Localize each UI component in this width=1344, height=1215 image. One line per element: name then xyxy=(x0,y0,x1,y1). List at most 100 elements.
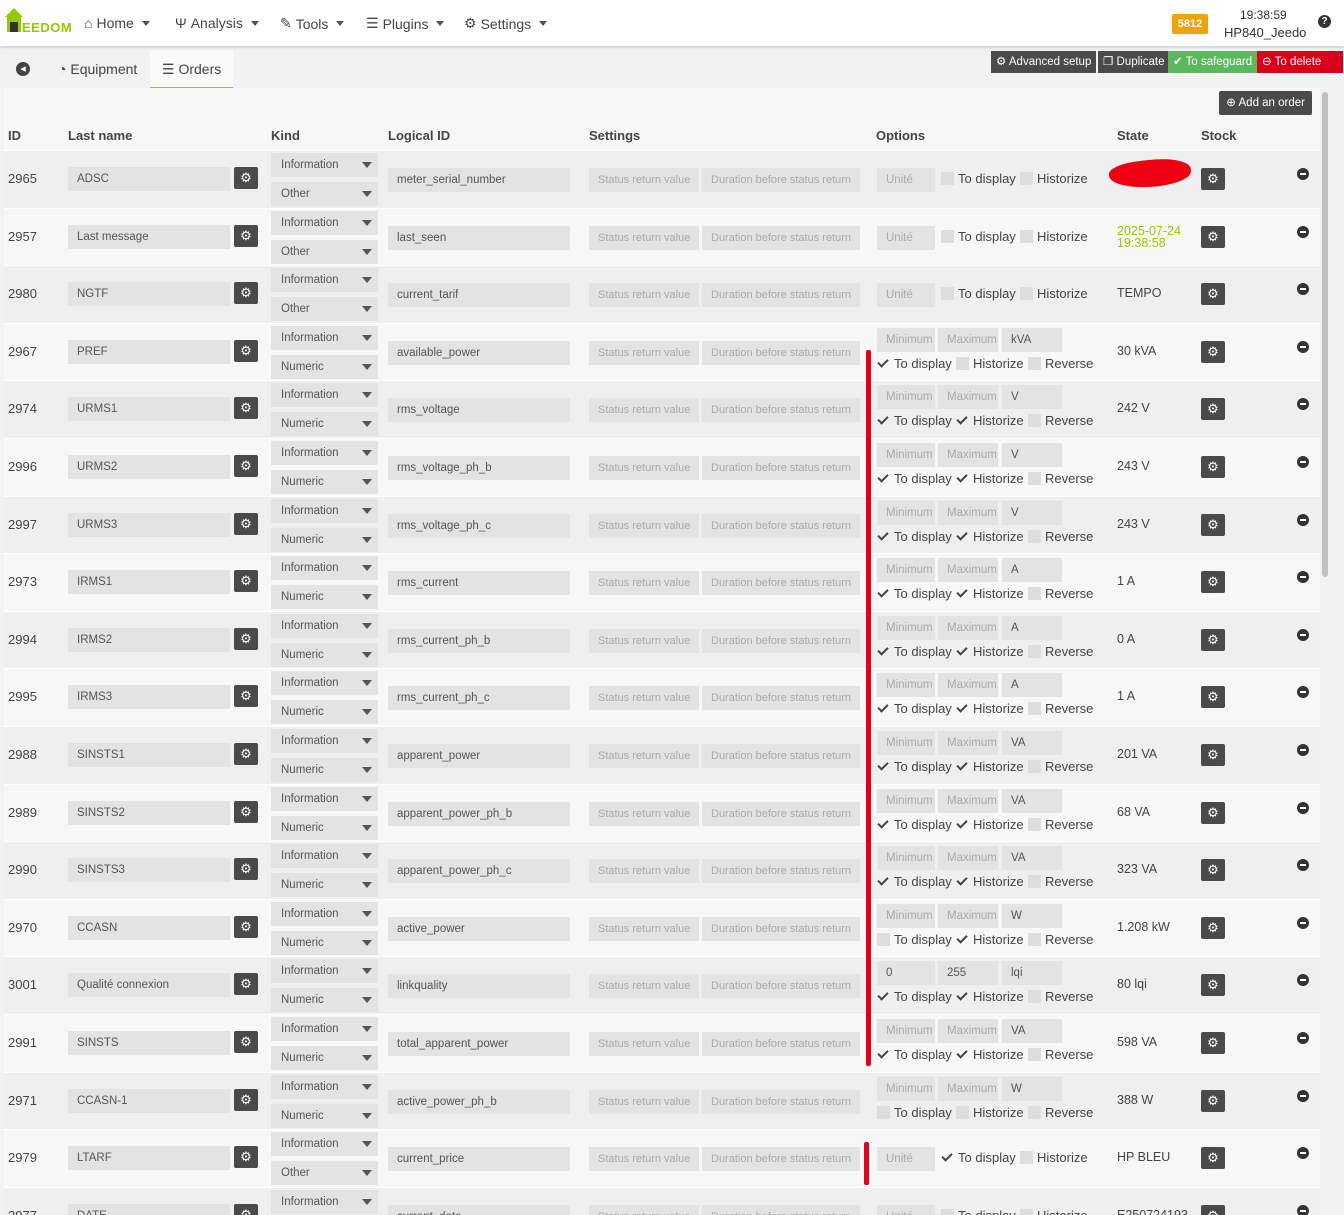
logical-id-input[interactable]: meter_serial_number xyxy=(388,168,570,192)
checkbox-icon[interactable] xyxy=(956,1105,969,1119)
icon-picker-button[interactable]: ⚙ xyxy=(234,1031,258,1053)
tab-equipment[interactable]: ◔ Equipment xyxy=(52,51,143,87)
subtype-select[interactable]: Numeric xyxy=(271,988,378,1013)
checkbox-icon[interactable] xyxy=(1028,472,1041,485)
max-input[interactable]: Maximum xyxy=(938,1019,998,1043)
min-input[interactable]: Minimum xyxy=(877,903,935,928)
configure-button[interactable]: ⚙ xyxy=(1201,1204,1225,1215)
min-input[interactable]: Minimum xyxy=(877,673,935,698)
checkbox-icon[interactable] xyxy=(1028,990,1041,1004)
checkbox-icon[interactable] xyxy=(877,472,890,485)
historize-checkbox[interactable]: Historize xyxy=(956,701,1024,716)
remove-order-icon[interactable] xyxy=(1297,1204,1309,1215)
remove-order-icon[interactable] xyxy=(1297,571,1309,584)
remove-order-icon[interactable] xyxy=(1297,1032,1309,1044)
remove-order-icon[interactable] xyxy=(1297,859,1309,872)
unit-input[interactable]: Unité xyxy=(877,168,935,192)
unit-input[interactable]: lqi xyxy=(1002,961,1062,986)
checkbox-icon[interactable] xyxy=(956,875,969,888)
reverse-checkbox[interactable]: Reverse xyxy=(1028,644,1093,659)
status-duration-input[interactable]: Duration before status return xyxy=(702,801,860,826)
type-select[interactable]: Information xyxy=(271,613,378,638)
icon-picker-button[interactable]: ⚙ xyxy=(234,973,258,996)
nav-plugins[interactable]: ☰ Plugins xyxy=(366,15,445,32)
icon-picker-button[interactable]: ⚙ xyxy=(234,858,258,881)
configure-button[interactable]: ⚙ xyxy=(1201,513,1225,536)
logical-id-input[interactable]: rms_current xyxy=(388,571,570,596)
icon-picker-button[interactable]: ⚙ xyxy=(234,455,258,477)
order-name-input[interactable]: ADSC xyxy=(68,167,230,191)
checkbox-icon[interactable] xyxy=(877,818,890,831)
checkbox-icon[interactable] xyxy=(1028,356,1041,370)
configure-button[interactable]: ⚙ xyxy=(1201,1032,1225,1054)
remove-order-icon[interactable] xyxy=(1297,974,1309,987)
checkbox-icon[interactable] xyxy=(1028,875,1041,889)
checkbox-icon[interactable] xyxy=(956,472,969,485)
type-select[interactable]: Information xyxy=(271,786,378,811)
reverse-checkbox[interactable]: Reverse xyxy=(1028,817,1093,832)
max-input[interactable]: Maximum xyxy=(938,615,998,640)
checkbox-icon[interactable] xyxy=(956,1048,969,1061)
icon-picker-button[interactable]: ⚙ xyxy=(234,800,258,823)
status-duration-input[interactable]: Duration before status return xyxy=(702,225,860,250)
icon-picker-button[interactable]: ⚙ xyxy=(234,512,258,535)
order-name-input[interactable]: DATE xyxy=(68,1203,230,1215)
max-input[interactable]: Maximum xyxy=(938,385,998,410)
checkbox-icon[interactable] xyxy=(877,702,890,715)
duplicate-button[interactable]: ❐ Duplicate xyxy=(1098,51,1170,73)
checkbox-icon[interactable] xyxy=(1028,1048,1041,1061)
remove-order-icon[interactable] xyxy=(1297,456,1309,468)
status-return-input[interactable]: Status return value xyxy=(589,283,699,308)
remove-order-icon[interactable] xyxy=(1297,1089,1309,1102)
icon-picker-button[interactable]: ⚙ xyxy=(234,1146,258,1169)
type-select[interactable]: Information xyxy=(271,441,378,465)
order-name-input[interactable]: PREF xyxy=(68,339,230,364)
max-input[interactable]: Maximum xyxy=(938,903,998,928)
unit-input[interactable]: VA xyxy=(1002,788,1062,813)
historize-checkbox[interactable]: Historize xyxy=(956,471,1024,486)
checkbox-icon[interactable] xyxy=(941,287,954,301)
icon-picker-button[interactable]: ⚙ xyxy=(234,224,258,247)
delete-button[interactable]: ⊖ To delete xyxy=(1257,51,1343,73)
reverse-checkbox[interactable]: Reverse xyxy=(1028,701,1093,716)
configure-button[interactable]: ⚙ xyxy=(1201,340,1225,363)
logical-id-input[interactable]: rms_voltage_ph_b xyxy=(388,456,570,480)
icon-picker-button[interactable]: ⚙ xyxy=(234,282,258,305)
order-name-input[interactable]: URMS2 xyxy=(68,455,230,479)
configure-button[interactable]: ⚙ xyxy=(1201,1147,1225,1170)
historize-checkbox[interactable]: Historize xyxy=(956,413,1024,428)
remove-order-icon[interactable] xyxy=(1297,628,1309,641)
status-return-input[interactable]: Status return value xyxy=(589,801,699,826)
unit-input[interactable]: Unité xyxy=(877,283,935,308)
subtype-select[interactable]: Numeric xyxy=(271,815,378,840)
historize-checkbox[interactable]: Historize xyxy=(956,529,1024,544)
order-name-input[interactable]: SINSTS2 xyxy=(68,800,230,825)
configure-button[interactable]: ⚙ xyxy=(1201,168,1225,190)
subtype-select[interactable]: Numeric xyxy=(271,700,378,725)
logical-id-input[interactable]: apparent_power xyxy=(388,744,570,768)
min-input[interactable]: 0 xyxy=(877,961,935,986)
order-name-input[interactable]: IRMS3 xyxy=(68,685,230,710)
advanced-setup-button[interactable]: ⚙ Advanced setup xyxy=(991,51,1097,73)
type-select[interactable]: Information xyxy=(271,1017,378,1041)
checkbox-icon[interactable] xyxy=(1020,1151,1033,1165)
remove-order-icon[interactable] xyxy=(1297,168,1309,180)
icon-picker-button[interactable]: ⚙ xyxy=(234,743,258,765)
unit-input[interactable]: A xyxy=(1002,615,1062,640)
type-select[interactable]: Information xyxy=(271,729,378,753)
status-duration-input[interactable]: Duration before status return xyxy=(702,283,860,308)
checkbox-icon[interactable] xyxy=(956,587,969,600)
display-checkbox[interactable]: To display xyxy=(877,932,952,947)
status-duration-input[interactable]: Duration before status return xyxy=(702,513,860,538)
historize-checkbox[interactable]: Historize xyxy=(1020,229,1088,244)
checkbox-icon[interactable] xyxy=(1028,644,1041,658)
unit-input[interactable]: A xyxy=(1002,558,1062,583)
order-name-input[interactable]: Qualité connexion xyxy=(68,973,230,998)
checkbox-icon[interactable] xyxy=(1028,760,1041,773)
max-input[interactable]: Maximum xyxy=(938,788,998,813)
remove-order-icon[interactable] xyxy=(1297,398,1309,411)
icon-picker-button[interactable]: ⚙ xyxy=(234,685,258,708)
reverse-checkbox[interactable]: Reverse xyxy=(1028,759,1093,774)
display-checkbox[interactable]: To display xyxy=(941,1150,1016,1165)
max-input[interactable]: Maximum xyxy=(938,846,998,871)
